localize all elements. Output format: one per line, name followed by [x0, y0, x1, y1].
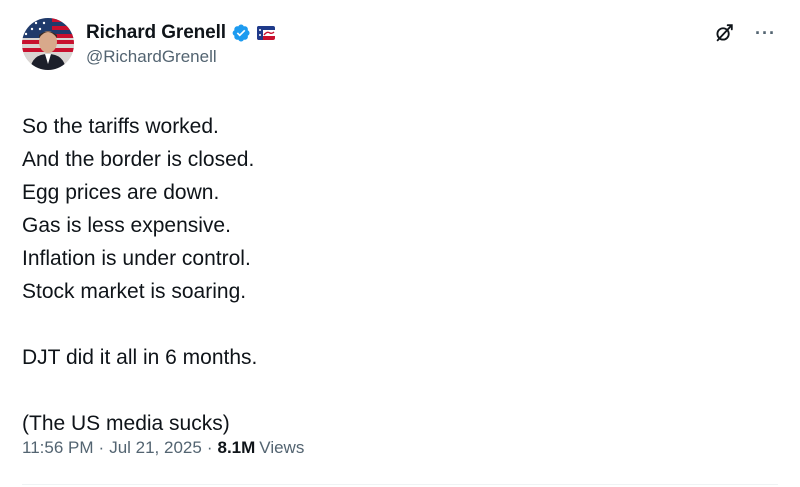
- tweet-date[interactable]: Jul 21, 2025: [109, 438, 202, 458]
- author-names: Richard Grenell @RichardGrenell: [86, 18, 275, 67]
- avatar[interactable]: [22, 18, 74, 70]
- tweet-line: Stock market is soaring.: [22, 280, 247, 303]
- tweet-line: (The US media sucks): [22, 412, 230, 435]
- views-count[interactable]: 8.1M: [218, 438, 256, 458]
- tweet-line: Egg prices are down.: [22, 181, 220, 204]
- display-name[interactable]: Richard Grenell: [86, 22, 226, 44]
- tweet-meta: 11:56 PM · Jul 21, 2025 · 8.1M Views: [22, 438, 304, 458]
- more-options-icon[interactable]: ···: [755, 24, 776, 42]
- affiliation-badge-icon[interactable]: [257, 26, 275, 40]
- tweet-text: So the tariffs worked. And the border is…: [22, 110, 778, 440]
- views-label[interactable]: Views: [259, 438, 304, 458]
- author-handle[interactable]: @RichardGrenell: [86, 47, 275, 67]
- grok-icon[interactable]: [713, 22, 735, 44]
- name-row: Richard Grenell: [86, 20, 275, 46]
- tweet-line: And the border is closed.: [22, 148, 255, 171]
- tweet-line: So the tariffs worked.: [22, 115, 219, 138]
- divider: [22, 484, 778, 485]
- tweet-line: Inflation is under control.: [22, 247, 251, 270]
- tweet-time[interactable]: 11:56 PM: [22, 438, 94, 458]
- tweet-line: Gas is less expensive.: [22, 214, 231, 237]
- tweet-header: Richard Grenell @RichardGrenell: [22, 18, 778, 74]
- verified-badge-icon[interactable]: [231, 23, 251, 43]
- meta-separator: ·: [206, 438, 213, 457]
- tweet: Richard Grenell @RichardGrenell ··· So t…: [0, 0, 800, 487]
- header-actions: ···: [713, 22, 776, 44]
- avatar-image: [22, 18, 74, 70]
- tweet-line: DJT did it all in 6 months.: [22, 346, 258, 369]
- meta-separator: ·: [98, 438, 105, 457]
